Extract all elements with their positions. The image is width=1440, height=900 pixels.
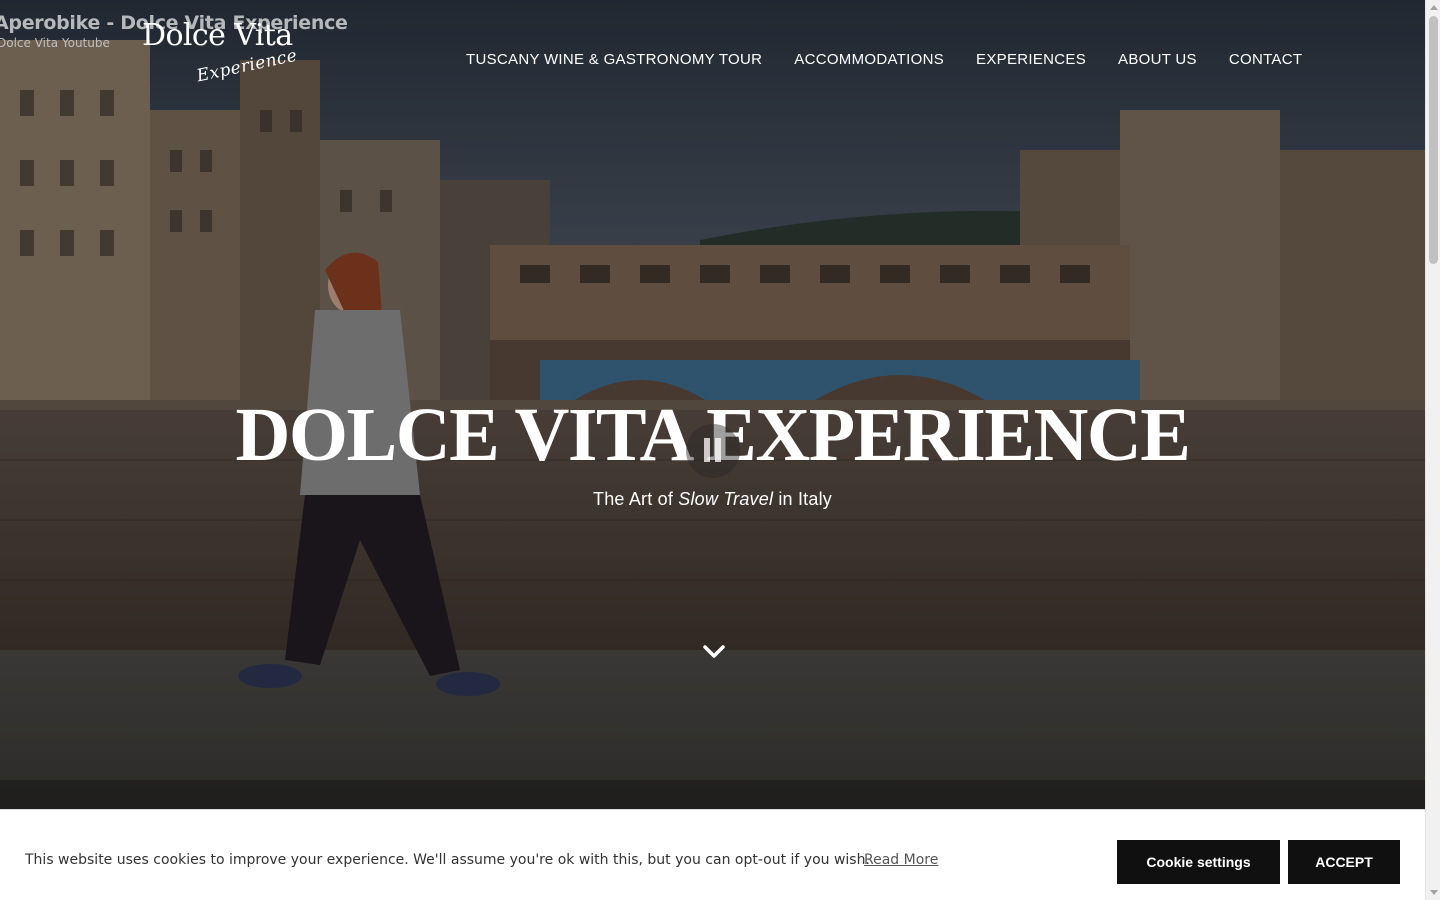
page-scrollbar[interactable] [1425,0,1440,900]
cookie-read-more-link[interactable]: Read More [864,852,938,868]
cookie-consent-bar: This website uses cookies to improve you… [0,809,1425,900]
scroll-up-arrow-icon[interactable] [1430,5,1438,10]
nav-item-accommodations[interactable]: ACCOMMODATIONS [794,50,944,70]
nav-item-experiences[interactable]: EXPERIENCES [976,50,1086,70]
hero-subtitle-start: The Art of [593,489,679,509]
hero-subtitle-emphasis: Slow Travel [678,489,774,509]
nav-item-tuscany-tour[interactable]: TUSCANY WINE & GASTRONOMY TOUR [466,50,762,70]
pause-icon[interactable] [686,424,740,478]
scrollbar-thumb[interactable] [1429,16,1438,264]
logo-main-text: Dolce Vita [142,18,293,53]
cookie-settings-button[interactable]: Cookie settings [1117,840,1280,884]
site-logo[interactable]: Dolce Vita Experience [140,18,299,90]
cookie-accept-button[interactable]: ACCEPT [1288,840,1400,884]
video-channel[interactable]: Dolce Vita Youtube [0,36,110,50]
main-navigation: TUSCANY WINE & GASTRONOMY TOUR ACCOMMODA… [466,50,1302,70]
nav-item-contact[interactable]: CONTACT [1229,50,1302,70]
hero-subtitle-end: in Italy [773,489,832,509]
nav-item-about-us[interactable]: ABOUT US [1118,50,1197,70]
scroll-down-arrow-icon[interactable] [1430,890,1438,895]
chevron-down-icon[interactable] [702,642,726,662]
cookie-message: This website uses cookies to improve you… [25,852,870,868]
hero-subtitle: The Art of Slow Travel in Italy [0,489,1425,510]
